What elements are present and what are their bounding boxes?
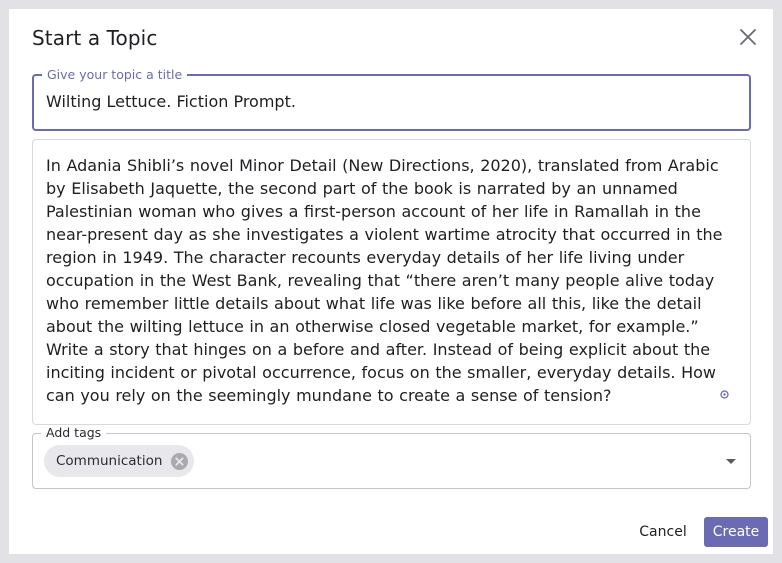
topic-body-field[interactable]: In Adania Shibli’s novel Minor Detail (N… (32, 139, 751, 425)
tag-chip-communication[interactable]: Communication (44, 445, 195, 477)
tags-field[interactable]: Add tags Communication (32, 425, 751, 489)
grammar-check-icon[interactable] (720, 390, 729, 399)
close-button[interactable] (737, 26, 759, 48)
tags-label: Add tags (41, 425, 107, 441)
topic-title-label: Give your topic a title (42, 67, 188, 83)
caret-down-icon[interactable] (721, 451, 741, 471)
topic-body-textarea[interactable]: In Adania Shibli’s novel Minor Detail (N… (46, 154, 742, 407)
close-icon (740, 29, 756, 45)
tag-chip-label: Communication (56, 453, 163, 469)
create-button[interactable]: Create (704, 517, 768, 547)
topic-title-field[interactable]: Give your topic a title Wilting Lettuce.… (32, 67, 751, 131)
start-topic-dialog: Start a Topic Give your topic a title Wi… (9, 9, 773, 554)
cancel-button[interactable]: Cancel (629, 517, 697, 547)
cancel-circle-icon[interactable] (170, 452, 189, 471)
dialog-title: Start a Topic (32, 26, 158, 50)
topic-title-input[interactable]: Wilting Lettuce. Fiction Prompt. (46, 92, 296, 111)
